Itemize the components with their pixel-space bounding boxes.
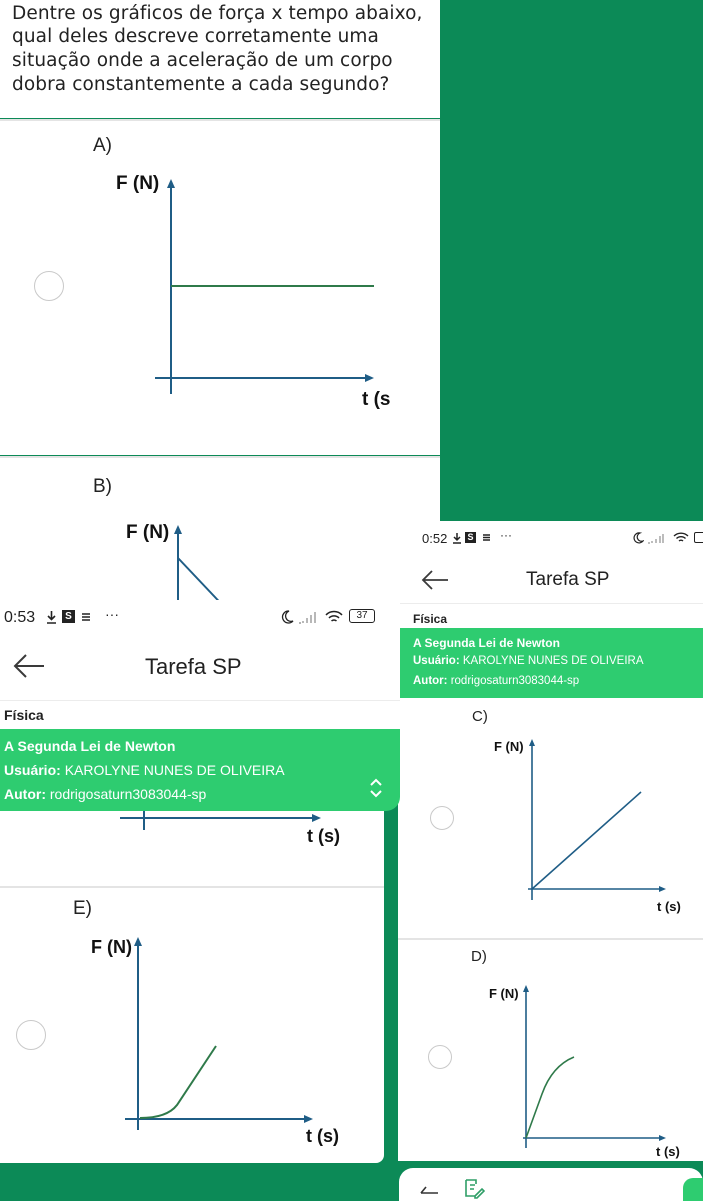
- status-time: 0:53: [4, 609, 36, 626]
- lesson-header: A Segunda Lei de Newton Usuário: KAROLYN…: [398, 628, 703, 698]
- user-value: KAROLYNE NUNES DE OLIVEIRA: [462, 655, 644, 667]
- battery-level: 37: [356, 610, 368, 621]
- author-label: Autor:: [413, 675, 448, 687]
- app-title: Tarefa SP: [145, 654, 242, 679]
- option-a-letter: A): [93, 135, 112, 156]
- back-arrow-icon[interactable]: [12, 652, 46, 680]
- option-c-xlabel: t (s): [657, 899, 681, 914]
- user-line: Usuário: KAROLYNE NUNES DE OLIVEIRA: [4, 762, 285, 778]
- stack-icon: [82, 613, 90, 621]
- app-notification-icon: S: [465, 532, 476, 543]
- option-d-graph: F (N) t (s): [489, 985, 680, 1159]
- option-e-card[interactable]: E) F (N) t (s): [0, 888, 384, 1163]
- user-label: Usuário:: [4, 762, 61, 778]
- app-notification-icon: S: [62, 610, 75, 623]
- option-e-xlabel: t (s): [306, 1126, 339, 1146]
- option-e-graph: F (N) t (s): [91, 937, 339, 1146]
- option-b-axis: t (s): [120, 811, 340, 846]
- option-d-letter: D): [471, 948, 487, 965]
- battery-icon: 37: [349, 609, 375, 623]
- subject-label: Física: [4, 707, 44, 723]
- lesson-header[interactable]: A Segunda Lei de Newton Usuário: KAROLYN…: [0, 729, 400, 811]
- user-value: KAROLYNE NUNES DE OLIVEIRA: [64, 762, 285, 778]
- option-a-xlabel: t (s): [362, 389, 390, 409]
- lesson-title: A Segunda Lei de Newton: [4, 738, 176, 754]
- download-icon: [453, 533, 461, 544]
- option-c-letter: C): [472, 708, 488, 725]
- wifi-icon: [673, 532, 689, 542]
- battery-icon: [694, 532, 703, 543]
- status-time: 0:52: [422, 531, 448, 546]
- subject-bar: Física: [0, 701, 400, 729]
- option-d-radio[interactable]: [428, 1045, 452, 1069]
- option-b-card[interactable]: B) F (N): [0, 458, 440, 663]
- back-arrow-icon[interactable]: [420, 568, 450, 592]
- question-line-1: Dentre os gráficos de força x tempo abai…: [12, 3, 423, 24]
- option-a-graph: F (N) t (s): [116, 173, 390, 409]
- lesson-title: A Segunda Lei de Newton: [413, 636, 560, 650]
- author-label: Autor:: [4, 786, 46, 802]
- edit-icon[interactable]: [463, 1177, 485, 1199]
- subject-label: Física: [413, 612, 448, 626]
- nav-back-icon[interactable]: [418, 1181, 440, 1199]
- stack-icon: [483, 534, 490, 541]
- option-c-graph: F (N) t (s): [494, 739, 681, 914]
- download-icon: [47, 611, 56, 624]
- option-d-xlabel: t (s): [656, 1144, 680, 1159]
- option-e-ylabel: F (N): [91, 937, 132, 957]
- option-c-ylabel: F (N): [494, 739, 524, 754]
- wifi-icon: [325, 610, 343, 622]
- author-line: Autor: rodrigosaturn3083044-sp: [413, 675, 579, 687]
- moon-icon: [281, 610, 294, 624]
- option-d-ylabel: F (N): [489, 986, 519, 1001]
- status-more: ···: [500, 528, 512, 542]
- option-e-letter: E): [73, 898, 92, 919]
- option-b-xlabel: t (s): [307, 826, 340, 846]
- question-line-4: dobra constantemente a cada segundo?: [12, 74, 390, 95]
- option-b-letter: B): [93, 476, 112, 497]
- option-c-card[interactable]: C) F (N) t (s): [398, 698, 703, 938]
- app-bar-divider: [398, 603, 703, 604]
- option-e-radio[interactable]: [16, 1020, 46, 1050]
- author-value: rodrigosaturn3083044-sp: [450, 675, 580, 687]
- user-line: Usuário: KAROLYNE NUNES DE OLIVEIRA: [413, 655, 644, 667]
- signal-icon: [648, 534, 664, 544]
- option-a-ylabel: F (N): [116, 173, 159, 194]
- question-card: Dentre os gráficos de força x tempo abai…: [0, 0, 440, 118]
- option-b-ylabel: F (N): [126, 522, 169, 543]
- author-line: Autor: rodrigosaturn3083044-sp: [4, 786, 206, 802]
- signal-icon: [299, 612, 316, 624]
- question-line-2: qual deles descreve corretamente uma: [12, 26, 379, 47]
- option-b-tail: t (s): [0, 811, 384, 886]
- user-label: Usuário:: [413, 655, 460, 667]
- moon-icon: [633, 532, 644, 544]
- bottom-nav: [399, 1168, 703, 1201]
- question-line-3: situação onde a aceleração de um corpo: [12, 50, 393, 71]
- option-a-card[interactable]: A) F (N) t (s): [0, 121, 440, 455]
- option-c-radio[interactable]: [430, 806, 454, 830]
- option-a-radio[interactable]: [34, 271, 64, 301]
- option-d-card[interactable]: D) F (N) t (s): [398, 940, 703, 1161]
- back-screen: 0:52 S ··· Tarefa SP Física A Segunda Le…: [398, 521, 703, 1161]
- app-title: Tarefa SP: [526, 569, 610, 590]
- front-screen-header: 0:53 S ··· 37 Tarefa SP: [0, 600, 400, 700]
- nav-accent: [683, 1178, 703, 1201]
- status-more: ···: [105, 606, 119, 622]
- author-value: rodrigosaturn3083044-sp: [49, 786, 207, 802]
- chevron-up-down-icon[interactable]: [368, 777, 384, 799]
